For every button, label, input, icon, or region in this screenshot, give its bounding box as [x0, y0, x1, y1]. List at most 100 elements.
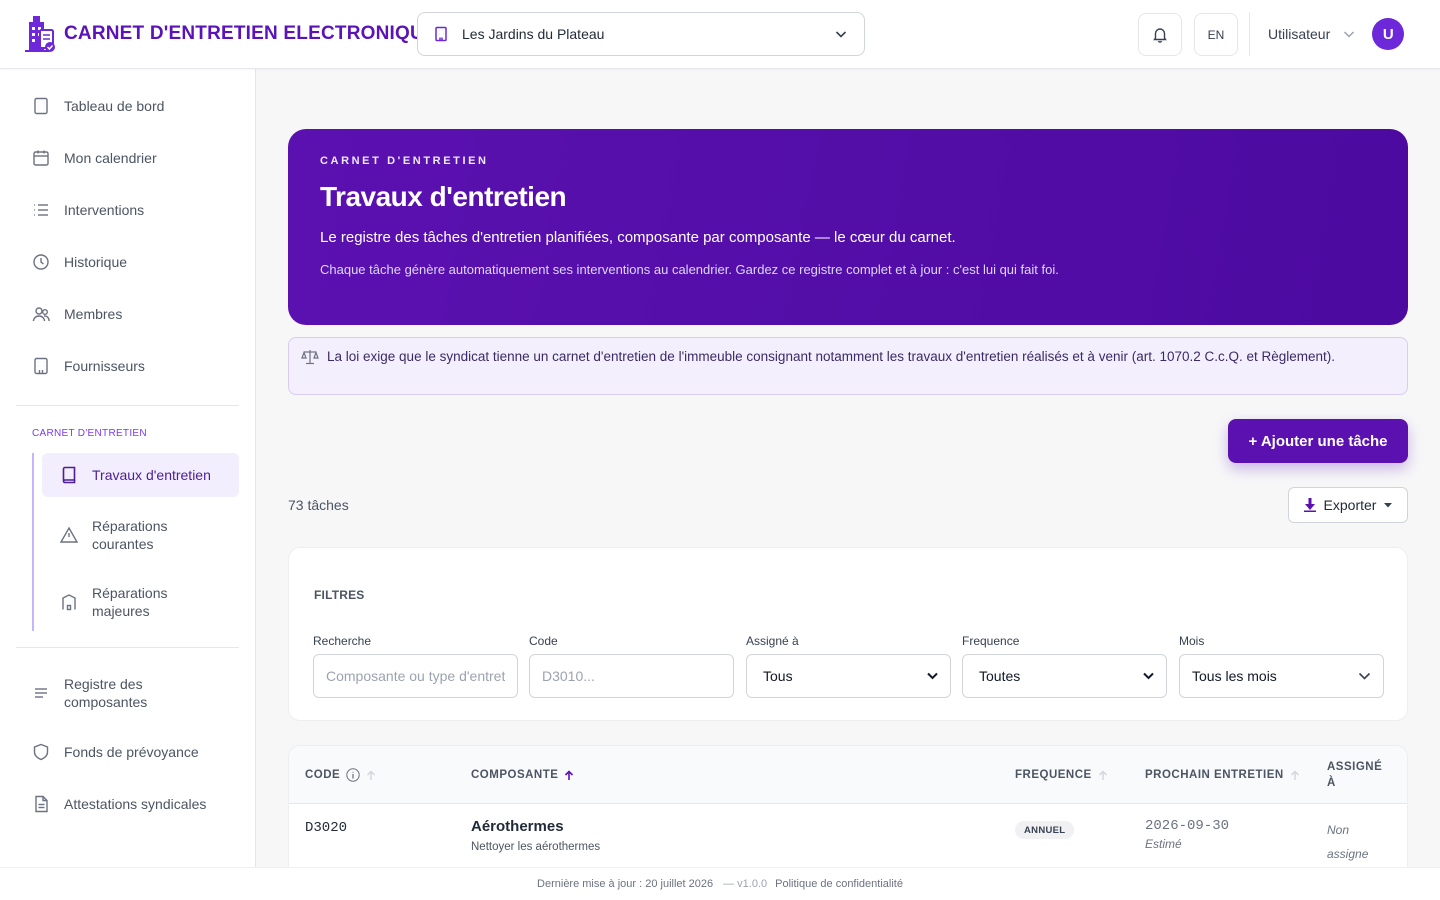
sort-arrow-icon — [1098, 770, 1108, 781]
sort-arrow-icon — [1290, 770, 1300, 781]
sidebar-item-current-repairs[interactable]: Réparations courantes — [42, 517, 192, 553]
sidebar-item-suppliers[interactable]: Fournisseurs — [32, 357, 145, 375]
search-label: Recherche — [313, 634, 372, 648]
row-task: Nettoyer les aérothermes — [471, 841, 601, 853]
download-icon — [1303, 498, 1316, 512]
export-label: Exporter — [1323, 497, 1377, 513]
search-placeholder: Composante ou type d'entretien — [326, 668, 505, 684]
building-icon — [32, 357, 50, 375]
frequency-filter: Frequence Toutes — [962, 634, 1167, 698]
row-component[interactable]: Aérothermes — [471, 818, 564, 835]
list-icon — [32, 201, 50, 219]
page-title: Travaux d'entretien — [320, 181, 567, 212]
col-assigned-header[interactable]: ASSIGNÉ À — [1327, 746, 1383, 804]
sidebar-item-certificates[interactable]: Attestations syndicales — [32, 795, 206, 813]
sidebar-item-label: Réparations majeures — [92, 585, 168, 619]
frequency-value: Toutes — [979, 668, 1021, 684]
privacy-link[interactable]: Politique de confidentialité — [775, 878, 903, 890]
sidebar-section-title: CARNET D'ENTRETIEN — [32, 428, 147, 439]
sidebar-item-dashboard[interactable]: Tableau de bord — [32, 97, 164, 115]
clock-icon — [32, 253, 50, 271]
sidebar-item-reserve-fund[interactable]: Fonds de prévoyance — [32, 743, 199, 761]
caret-down-icon — [1384, 502, 1393, 508]
assigned-select[interactable]: Tous — [746, 654, 951, 698]
bell-icon — [1152, 26, 1168, 43]
search-input[interactable]: Composante ou type d'entretien — [313, 654, 518, 698]
user-name: Utilisateur — [1268, 26, 1331, 42]
shield-icon — [32, 743, 50, 761]
col-code-header[interactable]: CODE — [305, 746, 376, 804]
sidebar: Tableau de bord Mon calendrier Intervent… — [0, 69, 256, 867]
sidebar-item-label: Membres — [64, 306, 123, 322]
filters-panel: FILTRES Recherche Composante ou type d'e… — [288, 547, 1408, 721]
sidebar-item-label: Interventions — [64, 202, 145, 218]
sidebar-item-label: Attestations syndicales — [64, 796, 207, 812]
export-button[interactable]: Exporter — [1288, 487, 1408, 523]
col-code-label: CODE — [305, 769, 341, 781]
tasks-table: CODE COMPOSANTE FREQUENCE PROCHAIN ENTRE… — [288, 745, 1408, 867]
book-icon — [60, 466, 78, 484]
code-input[interactable]: D3010... — [529, 654, 734, 698]
assigned-label: Assigné à — [746, 634, 799, 648]
row-next-date: 2026-09-30 — [1145, 818, 1230, 834]
sub-nav-line — [32, 453, 34, 631]
col-component-label: COMPOSANTE — [471, 769, 559, 781]
col-assigned-label: ASSIGNÉ À — [1327, 761, 1383, 789]
sidebar-item-major-repairs[interactable]: Réparations majeures — [42, 584, 192, 620]
top-header: CARNET D'ENTRETIEN ELECTRONIQUE Les Jard… — [0, 0, 1440, 69]
sort-arrow-icon — [564, 769, 574, 781]
warning-icon — [60, 526, 78, 544]
col-next-label: PROCHAIN ENTRETIEN — [1145, 769, 1284, 781]
task-count: 73 tâches — [288, 497, 349, 513]
frequency-select[interactable]: Toutes — [962, 654, 1167, 698]
hero-lead: Le registre des tâches d'entretien plani… — [320, 229, 956, 246]
scales-icon — [301, 348, 319, 366]
add-task-button[interactable]: + Ajouter une tâche — [1228, 419, 1408, 463]
sidebar-item-label: Fournisseurs — [64, 358, 145, 374]
sidebar-item-members[interactable]: Membres — [32, 305, 122, 323]
users-icon — [32, 305, 50, 323]
sidebar-item-history[interactable]: Historique — [32, 253, 127, 271]
building-icon — [434, 26, 448, 42]
sidebar-item-label: Mon calendrier — [64, 150, 157, 166]
sidebar-item-label: Tableau de bord — [64, 98, 165, 114]
sidebar-item-label: Registre des composantes — [64, 676, 148, 710]
col-component-header[interactable]: COMPOSANTE — [471, 746, 574, 804]
month-value: Tous les mois — [1192, 668, 1277, 684]
chevron-down-icon — [927, 672, 938, 680]
sidebar-item-calendar[interactable]: Mon calendrier — [32, 149, 157, 167]
info-icon[interactable] — [346, 768, 360, 782]
assigned-value: Tous — [763, 668, 793, 684]
version: — v1.0.0 — [723, 878, 768, 890]
user-menu[interactable]: Utilisateur U — [1268, 18, 1405, 50]
row-date-status: Estimé — [1145, 837, 1182, 851]
sidebar-item-label: Réparations courantes — [92, 518, 168, 552]
col-frequency-label: FREQUENCE — [1015, 769, 1092, 781]
month-select[interactable]: Tous les mois — [1179, 654, 1384, 698]
lines-icon — [32, 684, 50, 702]
sidebar-item-maintenance-work[interactable]: Travaux d'entretien — [42, 453, 239, 497]
sidebar-item-interventions[interactable]: Interventions — [32, 201, 144, 219]
row-code: D3020 — [305, 820, 348, 836]
sidebar-item-components[interactable]: Registre des composantes — [32, 675, 182, 711]
building-icon — [60, 593, 78, 611]
last-updated: Dernière mise à jour : 20 juillet 2026 — [537, 878, 714, 890]
frequency-label: Frequence — [962, 634, 1020, 648]
calendar-icon — [32, 149, 50, 167]
avatar[interactable]: U — [1372, 18, 1405, 50]
code-label: Code — [529, 634, 558, 648]
law-notice-text: La loi exige que le syndicat tienne un c… — [327, 349, 1336, 364]
month-filter: Mois Tous les mois — [1179, 634, 1384, 698]
document-icon — [32, 795, 50, 813]
col-next-header[interactable]: PROCHAIN ENTRETIEN — [1145, 746, 1300, 804]
notifications-button[interactable] — [1138, 13, 1182, 56]
page-hero: CARNET D'ENTRETIEN Travaux d'entretien L… — [288, 129, 1408, 325]
frequency-badge: ANNUEL — [1015, 821, 1075, 839]
building-icon — [32, 97, 50, 115]
building-selector[interactable]: Les Jardins du Plateau — [417, 12, 865, 56]
col-frequency-header[interactable]: FREQUENCE — [1015, 746, 1108, 804]
sidebar-item-label: Fonds de prévoyance — [64, 744, 199, 760]
app-logo[interactable]: CARNET D'ENTRETIEN ELECTRONIQUE — [24, 14, 437, 54]
language-button[interactable]: EN — [1194, 13, 1238, 56]
sidebar-divider — [16, 405, 239, 406]
